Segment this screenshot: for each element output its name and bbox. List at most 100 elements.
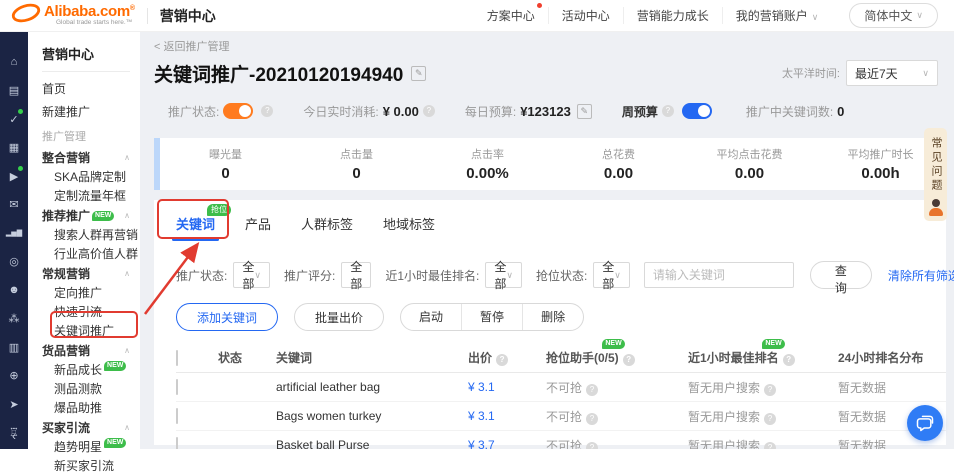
help-icon[interactable] (586, 384, 598, 396)
home-icon[interactable]: ⌂ (0, 48, 28, 77)
start-button[interactable]: 启动 (401, 304, 461, 330)
sidebar-group-product-marketing[interactable]: 货品营销∧ (42, 341, 140, 361)
storefront-icon[interactable]: ▤ (0, 77, 28, 106)
sidebar-item-product-testing[interactable]: 测品测款 (42, 380, 140, 399)
cell-bid[interactable]: ¥ 3.1 (468, 409, 546, 423)
distribution-icon[interactable]: ⁂ (0, 305, 28, 334)
sidebar-item-trend-star[interactable]: 趋势明星NEW (42, 438, 140, 457)
help-icon[interactable] (662, 105, 674, 117)
row-checkbox[interactable] (176, 437, 178, 449)
keyword-count-label: 推广中关键词数: (746, 103, 833, 120)
help-icon[interactable] (764, 442, 776, 450)
cell-grab: 不可抢 (546, 408, 688, 425)
filter-best-rank-select[interactable]: 全部∨ (485, 262, 522, 288)
sidebar-item-new-buyer-traffic[interactable]: 新买家引流 (42, 457, 140, 476)
alibaba-logo[interactable]: Alibaba.com® Global trade starts here.™ (10, 2, 135, 29)
sidebar-item-targeted-promo[interactable]: 定向推广 (42, 284, 140, 303)
tab-audience-labels[interactable]: 人群标签 (301, 214, 353, 241)
nav-activity-center[interactable]: 活动中心 (548, 7, 623, 24)
cell-keyword: Basket ball Purse (276, 438, 468, 449)
help-icon[interactable] (586, 442, 598, 450)
select-all-checkbox[interactable] (176, 350, 178, 366)
help-icon[interactable] (623, 354, 635, 366)
collapse-rail-icon[interactable]: ‹ (0, 429, 28, 443)
location-icon[interactable]: ◎ (0, 248, 28, 277)
sidebar-item-high-value-audience[interactable]: 行业高价值人群 (42, 245, 140, 264)
faq-side-widget[interactable]: 常见问题 (924, 128, 947, 221)
search-button[interactable]: 查询 (810, 261, 872, 289)
tab-keywords[interactable]: 关键词 抢位 (176, 214, 215, 241)
promo-status-toggle[interactable] (223, 103, 253, 119)
table-row: Bags women turkey ¥ 3.1 不可抢 暂无用户搜索 暂无数据 (176, 402, 946, 431)
help-icon[interactable] (783, 354, 795, 366)
sidebar-item-custom-traffic[interactable]: 定制流量年框 (42, 187, 140, 206)
cell-bid[interactable]: ¥ 3.1 (468, 380, 546, 394)
clear-filters-link[interactable]: 清除所有筛选 (888, 267, 954, 284)
nav-plan-center[interactable]: 方案中心 (474, 7, 548, 24)
messages-icon[interactable]: ✉ (0, 191, 28, 220)
filter-score-select[interactable]: 全部 (341, 262, 371, 288)
sidebar-item-keyword-promo[interactable]: 关键词推广 (42, 322, 140, 341)
col-best-rank: 近1小时最佳排名NEW (688, 349, 838, 366)
sidebar-group-buyer-traffic[interactable]: 买家引流∧ (42, 418, 140, 438)
tab-region-labels[interactable]: 地域标签 (383, 214, 435, 241)
help-icon[interactable] (423, 105, 435, 117)
help-icon[interactable] (261, 105, 273, 117)
sidebar-item-search-remarketing[interactable]: 搜索人群再营销 (42, 226, 140, 245)
brand-text: Alibaba.com® (44, 4, 135, 19)
sidebar-item-new-product-growth[interactable]: 新品成长NEW (42, 361, 140, 380)
help-icon[interactable] (764, 384, 776, 396)
sidebar-group-recommend-promo[interactable]: 推荐推广NEW∧ (42, 206, 140, 226)
promotion-icon[interactable]: ➤ (0, 390, 28, 419)
tasks-check-icon[interactable]: ✓ (0, 105, 28, 134)
help-icon[interactable] (496, 354, 508, 366)
language-label: 简体中文 (864, 7, 912, 24)
cell-best-rank: 暂无用户搜索 (688, 408, 838, 425)
sidebar-item-home[interactable]: 首页 (42, 78, 140, 101)
nav-label: 我的营销账户 (736, 9, 808, 23)
apps-grid-icon[interactable]: ▦ (0, 134, 28, 163)
batch-action-group: 启动 暂停 删除 (400, 303, 584, 331)
global-icon[interactable]: ⊕ (0, 362, 28, 391)
nav-my-account[interactable]: 我的营销账户∨ (722, 7, 832, 24)
stat-clicks: 点击量0 (291, 146, 422, 182)
edit-title-icon[interactable]: ✎ (411, 66, 426, 81)
filter-grab-status-select[interactable]: 全部∨ (593, 262, 630, 288)
row-checkbox[interactable] (176, 379, 178, 395)
notes-icon[interactable]: ▥ (0, 333, 28, 362)
stat-ctr: 点击率0.00% (422, 146, 553, 182)
add-keyword-button[interactable]: 添加关键词 (176, 303, 278, 331)
sidebar: 营销中心 首页 新建推广 推广管理 整合营销∧ SKA品牌定制 定制流量年框 推… (28, 32, 140, 449)
video-icon[interactable]: ▶ (0, 162, 28, 191)
help-icon[interactable] (764, 413, 776, 425)
breadcrumb-back-link[interactable]: < 返回推广管理 (154, 38, 954, 54)
sidebar-item-ska-brand[interactable]: SKA品牌定制 (42, 168, 140, 187)
sidebar-group-integrated-marketing[interactable]: 整合营销∧ (42, 148, 140, 168)
pause-button[interactable]: 暂停 (461, 304, 522, 330)
language-selector[interactable]: 简体中文∨ (849, 3, 938, 28)
today-cost-value: ¥ 0.00 (383, 104, 419, 119)
keyword-search-input[interactable] (644, 262, 794, 288)
sidebar-group-regular-marketing[interactable]: 常规营销∧ (42, 264, 140, 284)
chat-button[interactable] (907, 405, 943, 441)
analytics-icon[interactable]: ▂▅▇ (0, 219, 28, 248)
row-checkbox[interactable] (176, 408, 178, 424)
stat-impressions: 曝光量0 (160, 146, 291, 182)
cell-bid[interactable]: ¥ 3.7 (468, 438, 546, 449)
help-icon[interactable] (586, 413, 598, 425)
new-badge: NEW (92, 211, 114, 221)
customers-icon[interactable]: ☻ (0, 276, 28, 305)
batch-bid-button[interactable]: 批量出价 (294, 303, 384, 331)
week-budget-toggle[interactable] (682, 103, 712, 119)
date-range-select[interactable]: 最近7天∨ (846, 60, 938, 86)
delete-button[interactable]: 删除 (522, 304, 583, 330)
edit-budget-icon[interactable]: ✎ (577, 104, 592, 119)
filter-promo-status-select[interactable]: 全部∨ (233, 262, 270, 288)
stats-bar: 曝光量0 点击量0 点击率0.00% 总花费0.00 平均点击花费0.00 平均… (154, 138, 946, 190)
sidebar-item-new-campaign[interactable]: 新建推广 (42, 101, 140, 124)
sidebar-item-quick-traffic[interactable]: 快速引流 (42, 303, 140, 322)
sidebar-item-hot-product-boost[interactable]: 爆品助推 (42, 399, 140, 418)
cell-best-rank: 暂无用户搜索 (688, 437, 838, 450)
nav-marketing-growth[interactable]: 营销能力成长 (623, 7, 722, 24)
tab-products[interactable]: 产品 (245, 214, 271, 241)
